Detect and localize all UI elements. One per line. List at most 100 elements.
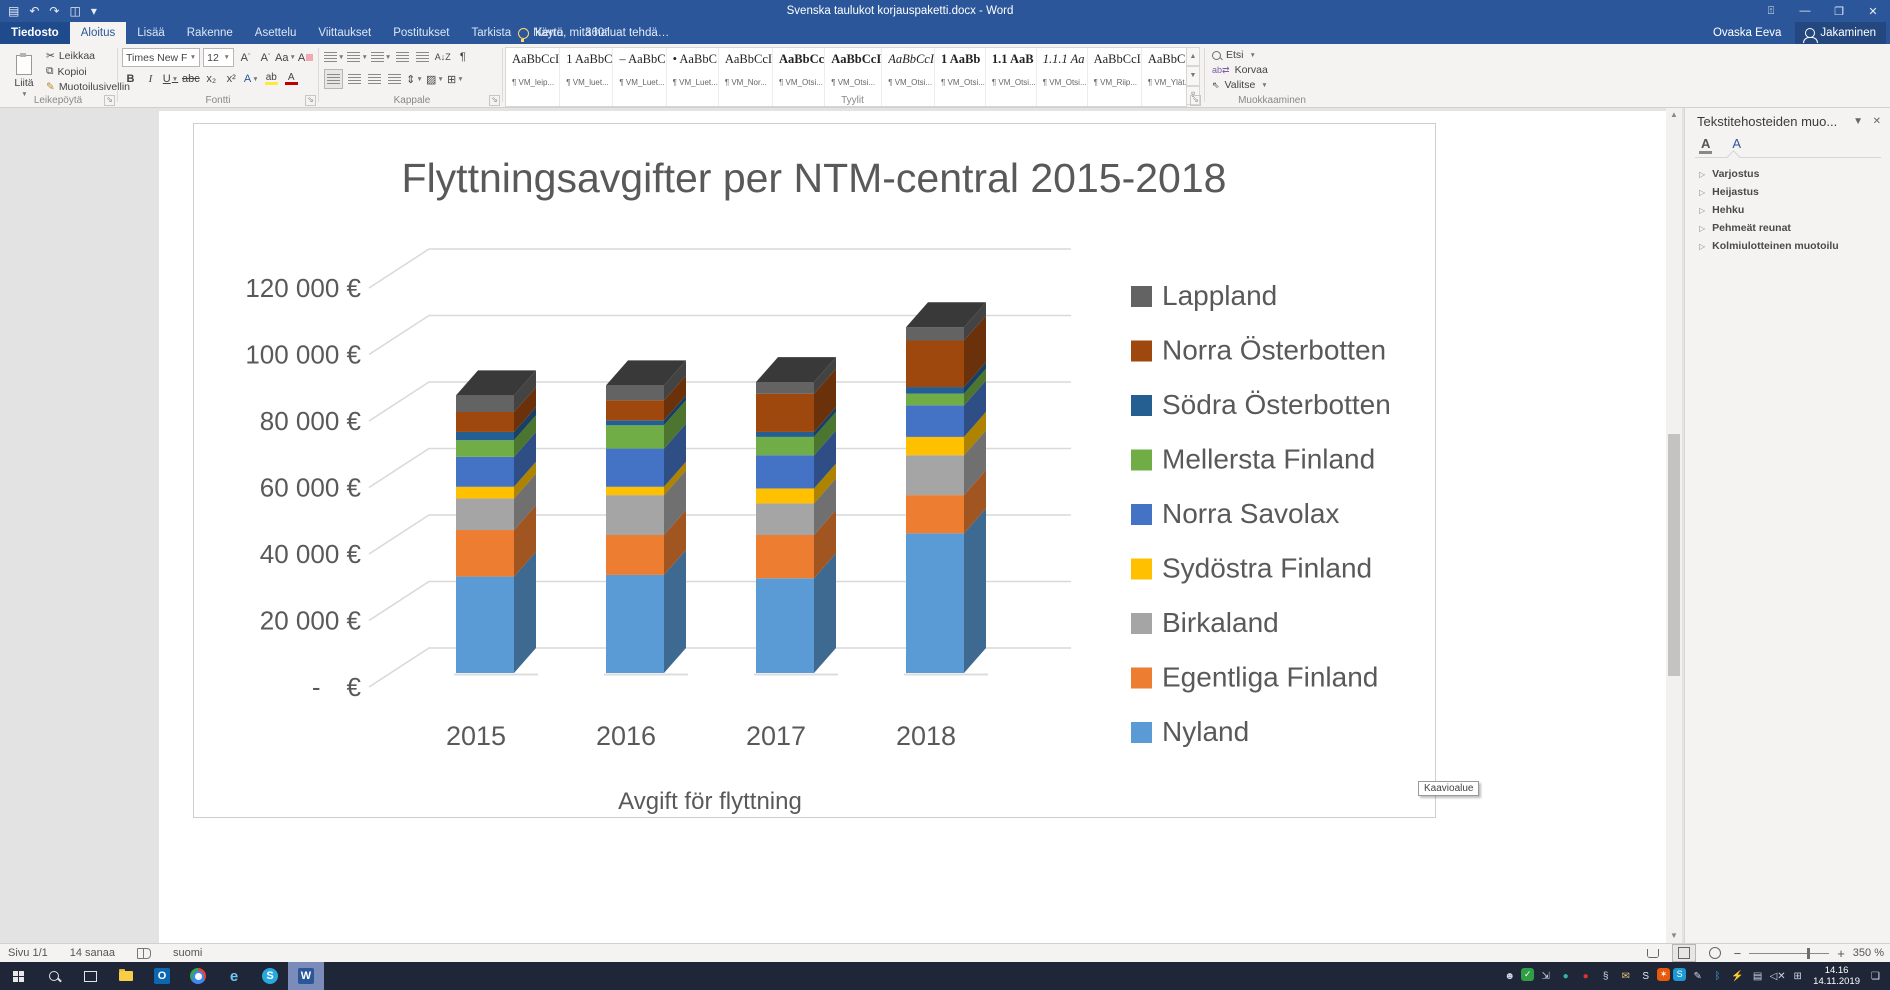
- tab-aloitus[interactable]: Aloitus: [70, 22, 127, 44]
- bold-button[interactable]: B: [122, 70, 139, 88]
- taskbar-app-skype[interactable]: S: [252, 962, 288, 990]
- clear-formatting-button[interactable]: A: [297, 49, 314, 67]
- font-size-combo[interactable]: 12▼: [203, 48, 234, 67]
- tray-skype-business-icon[interactable]: S: [1673, 968, 1686, 981]
- zoom-out-button[interactable]: −: [1734, 946, 1742, 961]
- zoom-level[interactable]: 350 %: [1853, 947, 1884, 959]
- action-center-icon[interactable]: ❏: [1867, 968, 1884, 985]
- font-dialog-launcher[interactable]: ⇘: [305, 95, 316, 106]
- scroll-down-icon[interactable]: ▼: [1666, 929, 1682, 943]
- pane-options-icon[interactable]: ▼: [1853, 116, 1863, 127]
- tab-asettelu[interactable]: Asettelu: [244, 22, 308, 44]
- superscript-button[interactable]: x²: [223, 70, 240, 88]
- print-layout-button[interactable]: [1672, 944, 1696, 962]
- taskbar-app-internet-explorer[interactable]: e: [216, 962, 252, 990]
- subscript-button[interactable]: x₂: [203, 70, 220, 88]
- tab-rakenne[interactable]: Rakenne: [176, 22, 244, 44]
- page-indicator[interactable]: Sivu 1/1: [8, 947, 48, 959]
- pane-item-pehme-t-reunat[interactable]: ▷Pehmeät reunat: [1699, 222, 1839, 234]
- align-left-button[interactable]: [324, 69, 343, 89]
- chart-object[interactable]: -€20 000 €40 000 €60 000 €80 000 €100 00…: [193, 123, 1436, 818]
- taskbar-search-button[interactable]: [36, 962, 72, 990]
- text-effects-button[interactable]: A▼: [243, 70, 260, 88]
- styles-scroll-down[interactable]: ▼: [1186, 66, 1200, 85]
- tray-skype-s-icon[interactable]: S: [1637, 968, 1654, 985]
- taskbar-app-word[interactable]: W: [288, 962, 324, 990]
- tab-tiedosto[interactable]: Tiedosto: [0, 22, 70, 44]
- pane-item-kolmiulotteinen-muotoilu[interactable]: ▷Kolmiulotteinen muotoilu: [1699, 240, 1839, 252]
- bullets-button[interactable]: ▼: [324, 48, 344, 66]
- zoom-slider[interactable]: [1749, 953, 1829, 954]
- styles-dialog-launcher[interactable]: ⇘: [1190, 95, 1201, 106]
- tab-lis[interactable]: Lisää: [126, 22, 176, 44]
- tray-people-icon[interactable]: ☻: [1501, 968, 1518, 985]
- tray-link-icon[interactable]: §: [1597, 968, 1614, 985]
- font-name-combo[interactable]: Times New F▼: [122, 48, 200, 67]
- share-button[interactable]: Jakaminen: [1795, 22, 1886, 44]
- scroll-up-icon[interactable]: ▲: [1666, 108, 1682, 122]
- line-spacing-button[interactable]: ⇕▼: [406, 70, 423, 88]
- vertical-scrollbar[interactable]: ▲ ▼: [1666, 108, 1682, 943]
- tray-settings-gear-icon[interactable]: ✶: [1657, 968, 1670, 981]
- align-center-button[interactable]: [346, 70, 363, 88]
- zoom-in-button[interactable]: +: [1837, 946, 1845, 961]
- pane-close-icon[interactable]: ✕: [1873, 116, 1881, 127]
- tray-apps-grid-icon[interactable]: ⊞: [1789, 968, 1806, 985]
- tab-tarkista[interactable]: Tarkista: [460, 22, 522, 44]
- tab-viittaukset[interactable]: Viittaukset: [307, 22, 382, 44]
- change-case-button[interactable]: Aa▼: [277, 49, 294, 67]
- increase-indent-button[interactable]: [414, 48, 431, 66]
- tray-defender-shield-icon[interactable]: ✓: [1521, 968, 1534, 981]
- taskbar-app-chrome[interactable]: [180, 962, 216, 990]
- tray-power-icon[interactable]: ⚡: [1729, 968, 1746, 985]
- tab-postitukset[interactable]: Postitukset: [382, 22, 460, 44]
- restore-icon[interactable]: ❐: [1822, 0, 1856, 22]
- tray-sphere-icon[interactable]: ●: [1557, 968, 1574, 985]
- start-button[interactable]: [0, 962, 36, 990]
- proofing-icon[interactable]: [137, 948, 151, 959]
- multilevel-list-button[interactable]: ▼: [371, 48, 391, 66]
- shading-button[interactable]: ▨▼: [426, 70, 444, 88]
- tray-trend-micro-icon[interactable]: ●: [1577, 968, 1594, 985]
- language-indicator[interactable]: suomi: [173, 947, 202, 959]
- align-right-button[interactable]: [366, 70, 383, 88]
- taskbar-app-outlook[interactable]: O: [144, 962, 180, 990]
- tray-pen-icon[interactable]: ✎: [1689, 968, 1706, 985]
- tray-volume-icon[interactable]: ◁✕: [1769, 968, 1786, 985]
- replace-button[interactable]: ab⇄Korvaa: [1212, 64, 1268, 76]
- decrease-indent-button[interactable]: [394, 48, 411, 66]
- font-color-button[interactable]: A: [283, 70, 300, 88]
- grow-font-button[interactable]: Aˆ: [237, 49, 254, 67]
- find-button[interactable]: Etsi▼: [1212, 49, 1268, 61]
- taskbar-clock[interactable]: 14.1614.11.2019: [1813, 965, 1860, 987]
- underline-button[interactable]: U▼: [162, 70, 179, 88]
- select-button[interactable]: ⇖Valitse▼: [1212, 79, 1268, 91]
- paragraph-dialog-launcher[interactable]: ⇘: [489, 95, 500, 106]
- numbering-button[interactable]: ▼: [347, 48, 367, 66]
- close-icon[interactable]: ✕: [1856, 0, 1890, 22]
- tray-screen-share-icon[interactable]: ⇲: [1537, 968, 1554, 985]
- scrollbar-thumb[interactable]: [1668, 434, 1680, 676]
- tray-bluetooth-icon[interactable]: ᛒ: [1709, 968, 1726, 985]
- pilcrow-button[interactable]: ¶: [454, 48, 471, 66]
- tray-network-display-icon[interactable]: ▤: [1749, 968, 1766, 985]
- tray-mail-icon[interactable]: ✉: [1617, 968, 1634, 985]
- pane-item-hehku[interactable]: ▷Hehku: [1699, 204, 1839, 216]
- user-name[interactable]: Ovaska Eeva: [1713, 27, 1781, 39]
- web-layout-button[interactable]: [1704, 945, 1726, 961]
- zoom-slider-thumb[interactable]: [1807, 948, 1810, 959]
- tell-me-box[interactable]: Kerro, mitä haluat tehdä…: [518, 22, 669, 44]
- word-count[interactable]: 14 sanaa: [70, 947, 115, 959]
- minimize-icon[interactable]: —: [1788, 0, 1822, 22]
- task-view-button[interactable]: [72, 962, 108, 990]
- sort-button[interactable]: A↓Z: [434, 48, 451, 66]
- text-fill-tab-icon[interactable]: A: [1699, 136, 1712, 154]
- highlight-button[interactable]: ab: [263, 70, 280, 88]
- clipboard-dialog-launcher[interactable]: ⇘: [104, 95, 115, 106]
- strikethrough-button[interactable]: abc: [182, 70, 200, 88]
- borders-button[interactable]: ⊞▼: [447, 70, 464, 88]
- shrink-font-button[interactable]: Aˇ: [257, 49, 274, 67]
- pane-item-varjostus[interactable]: ▷Varjostus: [1699, 168, 1839, 180]
- taskbar-app-file-explorer[interactable]: [108, 962, 144, 990]
- styles-scroll-up[interactable]: ▲: [1186, 47, 1200, 66]
